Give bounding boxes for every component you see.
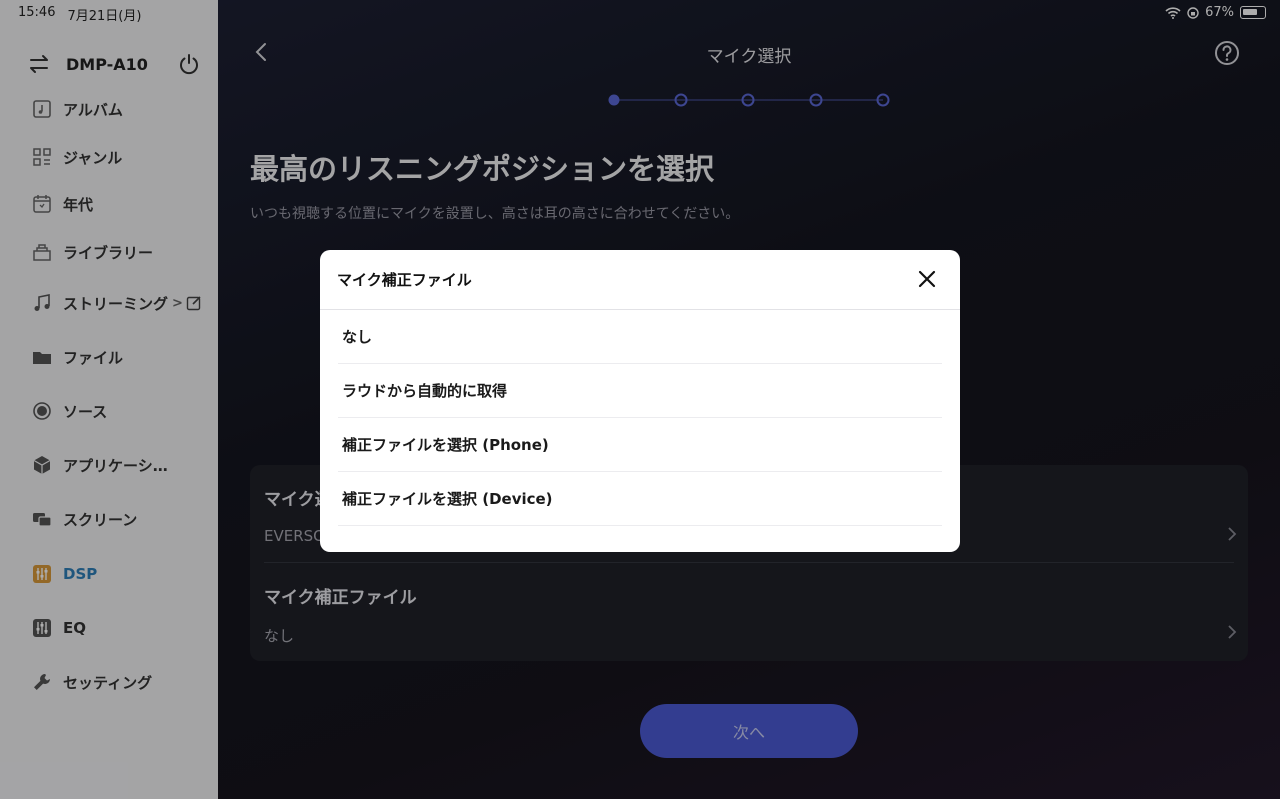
option-cloud-auto[interactable]: ラウドから自動的に取得 bbox=[338, 364, 942, 418]
dialog-title: マイク補正ファイル bbox=[337, 271, 472, 289]
calibration-file-dialog: マイク補正ファイル なし ラウドから自動的に取得 補正ファイルを選択 (Phon… bbox=[320, 250, 960, 552]
dialog-header: マイク補正ファイル bbox=[320, 250, 960, 310]
option-select-phone[interactable]: 補正ファイルを選択 (Phone) bbox=[338, 418, 942, 472]
option-none[interactable]: なし bbox=[338, 310, 942, 364]
option-select-device[interactable]: 補正ファイルを選択 (Device) bbox=[338, 472, 942, 526]
close-icon[interactable] bbox=[916, 268, 938, 290]
